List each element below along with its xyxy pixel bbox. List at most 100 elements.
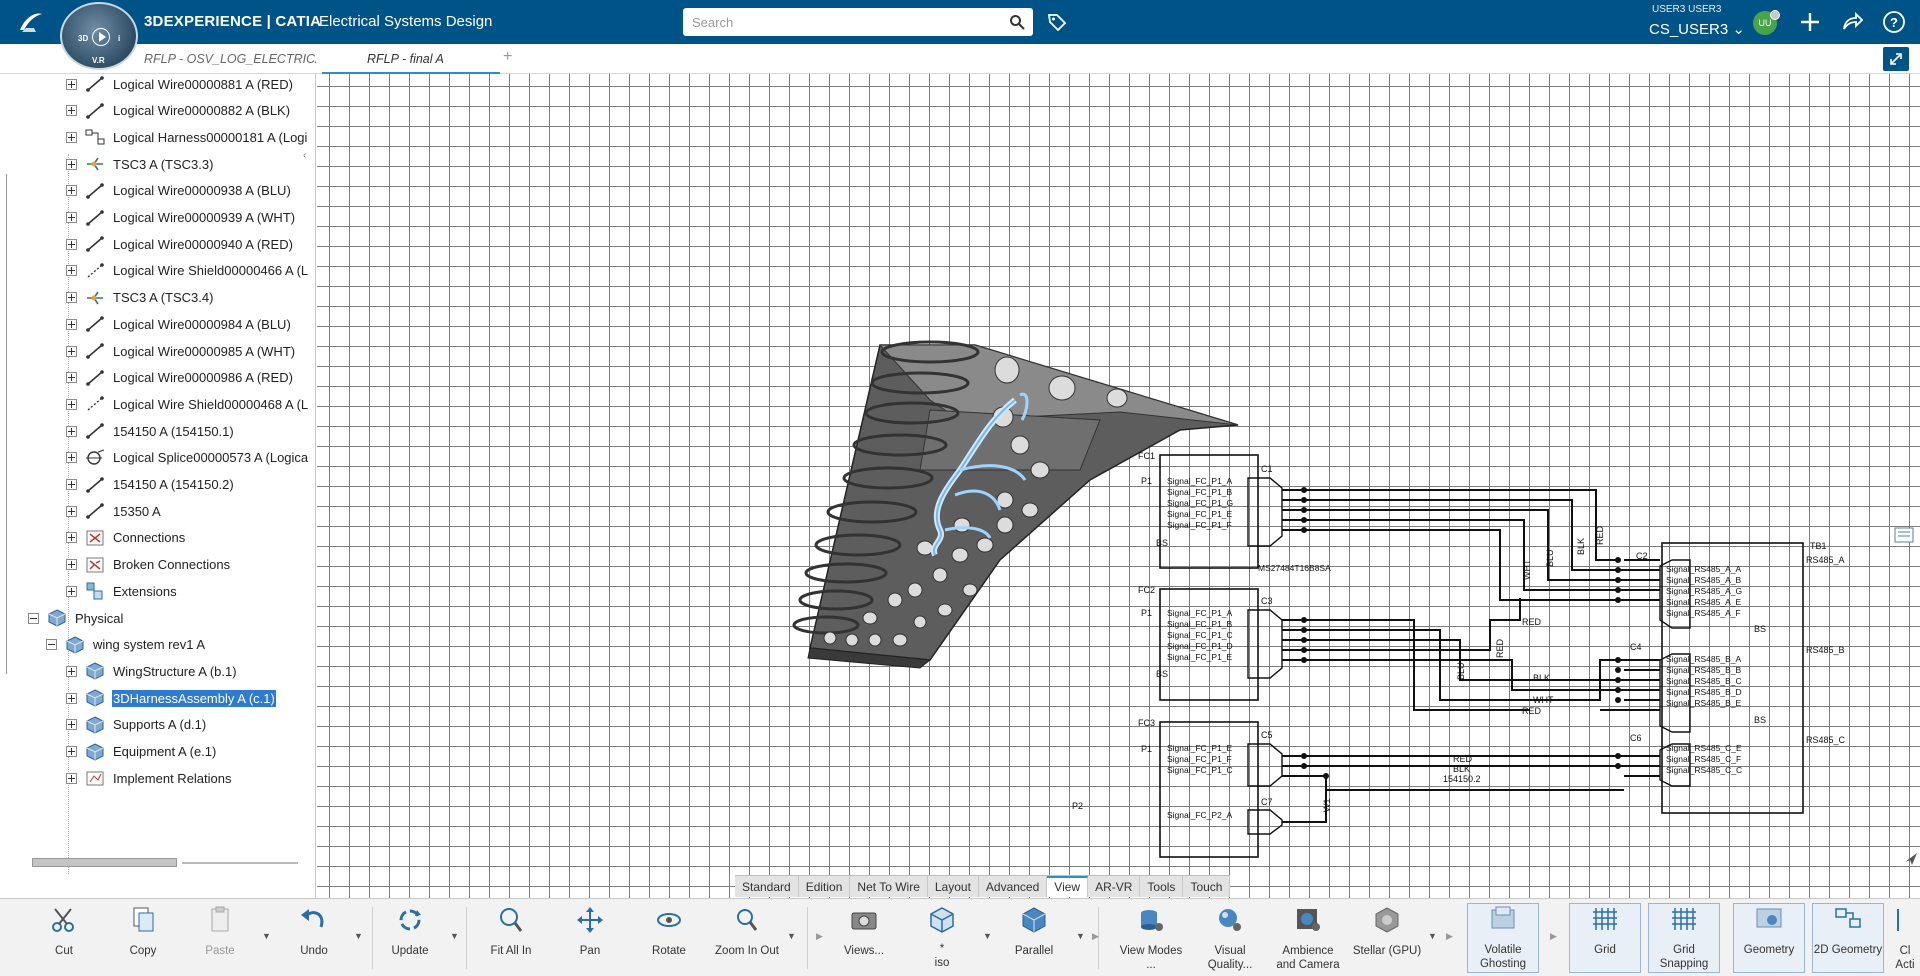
view-tab[interactable]: Net To Wire [850,876,928,897]
volatile-ghosting-button[interactable]: Volatile Ghosting [1467,903,1539,973]
tree-item[interactable]: Logical Wire00000881 A (RED) [66,74,294,96]
add-tab-button[interactable]: + [503,44,519,74]
tree-item[interactable]: Logical Wire00000938 A (BLU) [66,179,292,203]
undo-dropdown-icon[interactable]: ▼ [354,931,363,941]
view-tab[interactable]: Edition [799,876,851,897]
expand-icon[interactable] [66,185,77,197]
tab-rflp-final[interactable]: RFLP - final A [322,44,500,74]
dassault-logo-icon[interactable] [14,8,46,36]
tag-icon[interactable] [1045,10,1069,34]
cut-button[interactable]: Cut [28,905,100,971]
expand-icon[interactable] [66,585,77,597]
paste-dropdown-icon[interactable]: ▼ [262,931,271,941]
views-button[interactable]: Views... [828,905,900,971]
expand-icon[interactable] [66,212,77,223]
tree-item[interactable]: Connections [66,526,186,550]
expand-icon[interactable] [66,452,77,464]
expand-icon[interactable] [66,772,77,784]
search-input[interactable]: Search [683,8,1033,36]
tree-item[interactable]: Supports A (d.1) [66,713,207,737]
tree-item[interactable]: Logical Wire00000939 A (WHT) [66,206,296,230]
update-button[interactable]: Update [374,905,446,971]
tree-item[interactable]: WingStructure A (b.1) [66,659,238,683]
view-tab[interactable]: AR-VR [1088,876,1141,897]
collapse-icon[interactable] [46,639,57,651]
expand-icon[interactable] [66,292,77,304]
copy-button[interactable]: Copy [107,905,179,971]
view-tab[interactable]: Layout [928,876,979,897]
tree-item[interactable]: Physical [28,606,124,630]
collapse-icon[interactable] [28,612,39,624]
expand-icon[interactable] [66,398,77,410]
expand-icon[interactable] [66,265,77,277]
user-menu[interactable]: CS_USER3 ⌄ [1649,20,1745,38]
update-dropdown-icon[interactable]: ▼ [450,931,459,941]
clip-button[interactable]: Cl Acti [1890,905,1920,971]
play-icon[interactable] [92,28,110,46]
expand-icon[interactable] [66,692,77,704]
expand-icon[interactable] [66,318,77,330]
zoom-dropdown-icon[interactable]: ▼ [787,931,796,941]
tree-item[interactable]: TSC3 A (TSC3.3) [66,152,214,176]
grid-button[interactable]: Grid [1569,903,1641,973]
section-expand-icon[interactable]: ▶ [1550,931,1557,942]
expand-icon[interactable] [66,158,77,170]
fit-all-in-button[interactable]: Fit All In [475,905,547,971]
expand-icon[interactable] [66,345,77,357]
section-expand-icon[interactable]: ▶ [816,931,823,942]
collapse-panel-icon[interactable]: ‹ [303,150,314,164]
plus-icon[interactable] [1796,8,1824,36]
undo-button[interactable]: Undo [278,905,350,971]
view-tab[interactable]: Standard [735,876,799,897]
view-tab[interactable]: View [1047,876,1089,897]
tree-item[interactable]: TSC3 A (TSC3.4) [66,286,214,310]
tree-item[interactable]: Logical Harness00000181 A (Logi [66,125,308,149]
expand-icon[interactable] [66,425,77,437]
tree-item[interactable]: Logical Wire00000985 A (WHT) [66,339,296,363]
tree-item[interactable]: 3DHarnessAssembly A (c.1) [66,686,276,710]
visual-quality-button[interactable]: Visual Quality... [1194,905,1266,971]
expand-icon[interactable] [66,719,77,731]
3d-viewer-canvas[interactable]: FC1 FC2 FC3 P1 P1 P1 P2 BS BS BS BS C1 C2 C3 C4 C5 C6 C7 S… [317,74,1920,898]
tree-item[interactable]: Extensions [66,579,178,603]
zoom-in-out-button[interactable]: Zoom In Out [711,905,783,971]
help-icon[interactable]: ? [1880,8,1908,36]
expand-icon[interactable] [66,372,77,384]
tree-item[interactable]: Broken Connections [66,553,231,577]
paste-button[interactable]: Paste [184,905,256,971]
view-modes-button[interactable]: View Modes ... [1115,905,1187,971]
navigate-arrow-icon[interactable] [1902,850,1920,868]
compass-widget[interactable]: 3D V.R i [60,2,138,70]
view-tab[interactable]: Advanced [979,876,1048,897]
tree-item[interactable]: Logical Wire00000986 A (RED) [66,366,294,390]
expand-icon[interactable] [66,746,77,757]
tree-item[interactable]: Logical Wire00000940 A (RED) [66,232,294,256]
section-expand-icon[interactable]: ▶ [1446,931,1453,942]
tree-item[interactable]: Equipment A (e.1) [66,740,217,764]
stellar-dropdown-icon[interactable]: ▼ [1428,931,1437,941]
tree-item[interactable]: Logical Wire00000984 A (BLU) [66,312,292,336]
expand-icon[interactable] [66,532,77,544]
expand-icon[interactable] [66,559,77,571]
expand-icon[interactable] [66,238,77,250]
tree-item[interactable]: Logical Wire00000882 A (BLK) [66,99,291,123]
search-icon[interactable] [1009,14,1025,30]
tree-item[interactable]: 154150 A (154150.1) [66,419,235,443]
view-tab[interactable]: Touch [1183,876,1231,897]
view-tab[interactable]: Tools [1140,876,1184,897]
tree-item[interactable]: Logical Wire Shield00000466 A (L [66,259,309,283]
maximize-button[interactable] [1883,47,1909,71]
iso-dropdown-icon[interactable]: ▼ [983,931,992,941]
expand-icon[interactable] [66,479,77,490]
tree-item[interactable]: 154150 A (154150.2) [66,473,235,497]
parallel-button[interactable]: Parallel [998,905,1070,971]
ambience-camera-button[interactable]: Ambience and Camera [1272,905,1344,971]
tree-item[interactable]: Implement Relations [66,766,233,790]
rotate-button[interactable]: Rotate [633,905,705,971]
2d-geometry-button[interactable]: 2D Geometry [1812,903,1884,973]
tree-item[interactable]: 15350 A [66,499,162,523]
stellar-gpu-button[interactable]: Stellar (GPU) [1351,905,1423,971]
tree-item[interactable]: Logical Splice00000573 A (Logica [66,446,309,470]
share-icon[interactable] [1838,8,1866,36]
section-expand-icon[interactable]: ▶ [1092,931,1099,942]
